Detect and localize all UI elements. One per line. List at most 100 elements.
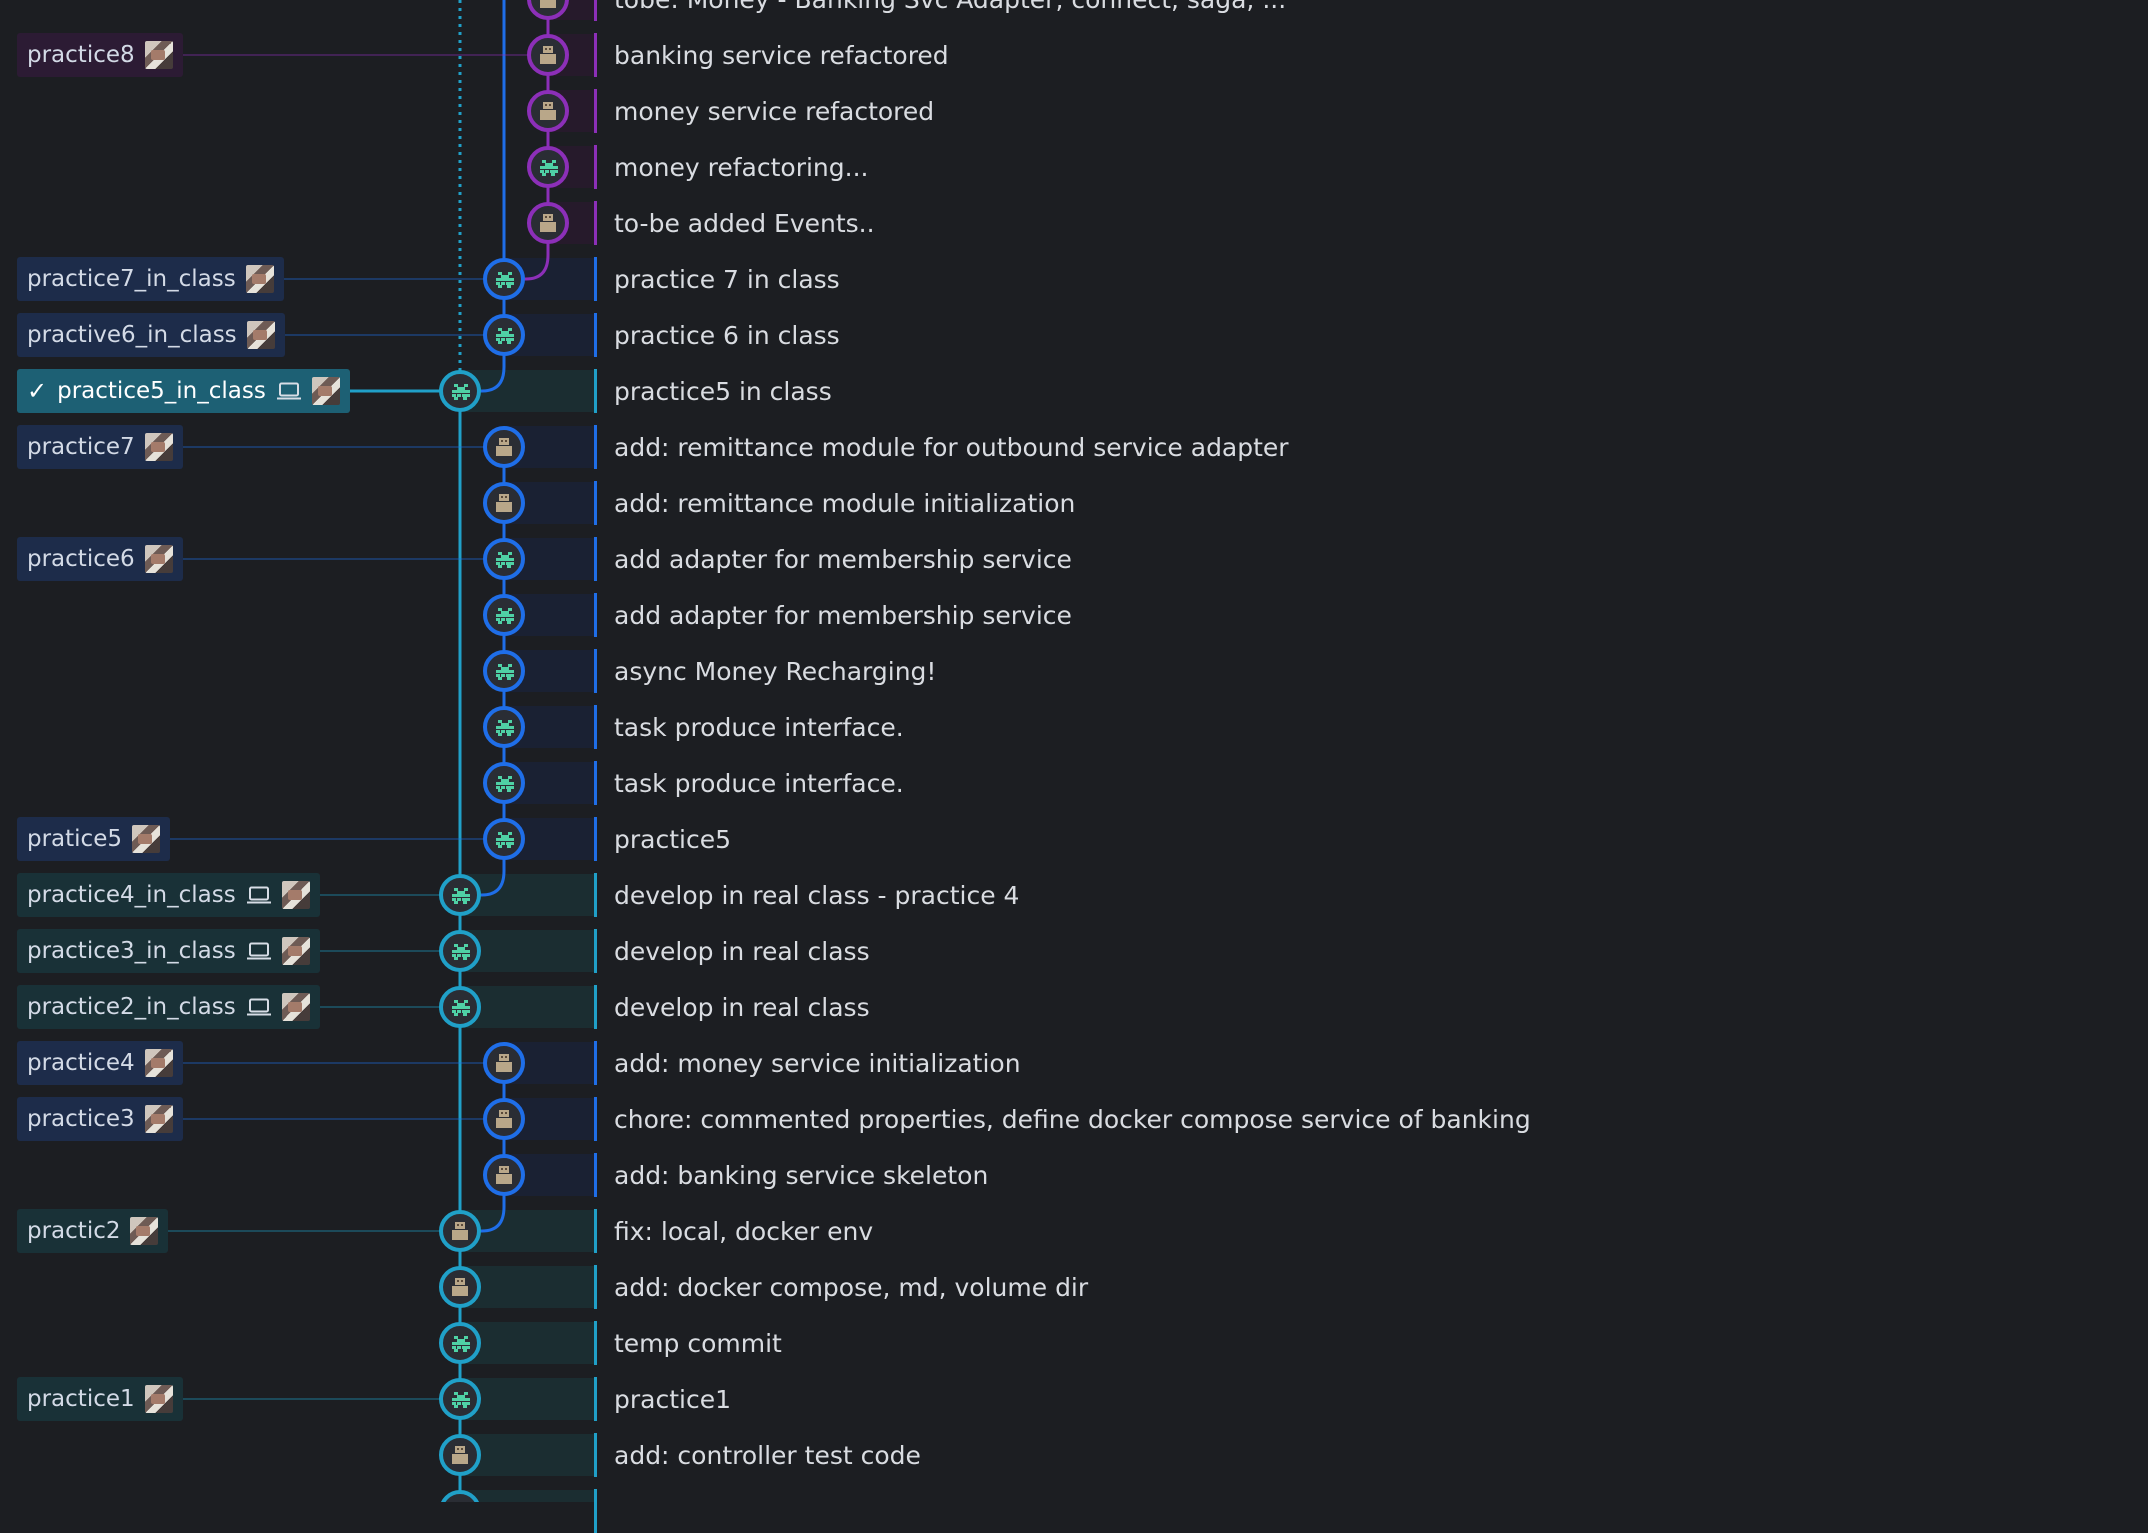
commit-row[interactable]: develop in real class bbox=[594, 929, 870, 973]
commit-row[interactable]: add: banking service skeleton bbox=[594, 1153, 988, 1197]
branch-tag[interactable]: practice6 bbox=[17, 537, 183, 581]
commit-row[interactable]: practice5 in class bbox=[594, 369, 832, 413]
commit-row[interactable]: practice5 bbox=[594, 817, 731, 861]
branch-tag[interactable]: practic2 bbox=[17, 1209, 169, 1253]
avatar-pixel bbox=[540, 54, 556, 64]
avatar-pixel bbox=[496, 502, 512, 512]
avatar-pixel bbox=[501, 1112, 503, 1114]
commit-row[interactable]: add: controller test code bbox=[594, 1433, 921, 1477]
branch-tag[interactable]: practice4_in_class bbox=[17, 873, 320, 917]
avatar-pixel bbox=[506, 674, 510, 677]
branch-tag[interactable]: practive6_in_class bbox=[17, 313, 285, 357]
avatar-pixel bbox=[505, 555, 509, 558]
commit-node[interactable] bbox=[483, 1154, 525, 1196]
commit-row[interactable]: money service refactored bbox=[594, 89, 934, 133]
branch-tag[interactable]: practice1 bbox=[17, 1377, 183, 1421]
commit-row[interactable]: add adapter for membership service bbox=[594, 593, 1072, 637]
commit-node[interactable] bbox=[483, 818, 525, 860]
branch-tag[interactable]: practice3 bbox=[17, 1097, 183, 1141]
commit-node[interactable] bbox=[527, 90, 569, 132]
commit-node[interactable] bbox=[439, 370, 481, 412]
commit-row[interactable]: money refactoring... bbox=[594, 145, 868, 189]
commit-node[interactable] bbox=[439, 1434, 481, 1476]
commit-row[interactable]: task produce interface. bbox=[594, 761, 904, 805]
commit-node[interactable] bbox=[483, 1042, 525, 1084]
commit-node[interactable] bbox=[527, 146, 569, 188]
lane-color-bar bbox=[594, 761, 597, 805]
avatar-pixel bbox=[501, 786, 505, 789]
avatar-pixel bbox=[498, 776, 502, 779]
commit-node[interactable] bbox=[483, 258, 525, 300]
commit-node[interactable] bbox=[483, 762, 525, 804]
branch-tag[interactable]: pratice5 bbox=[17, 817, 170, 861]
commit-row[interactable]: temp commit bbox=[594, 1321, 782, 1365]
avatar-pixel bbox=[466, 898, 470, 901]
commit-node[interactable] bbox=[439, 1378, 481, 1420]
branch-tag[interactable]: practice2_in_class bbox=[17, 985, 320, 1029]
commit-node[interactable] bbox=[483, 426, 525, 468]
commit-row[interactable]: practice 7 in class bbox=[594, 257, 840, 301]
commit-node[interactable] bbox=[483, 1098, 525, 1140]
avatar-pixel bbox=[452, 1010, 456, 1013]
branch-tag[interactable]: practice8 bbox=[17, 33, 183, 77]
commit-node[interactable] bbox=[439, 986, 481, 1028]
avatar-pixel bbox=[452, 1454, 468, 1464]
commit-node[interactable] bbox=[483, 482, 525, 524]
commit-row[interactable]: develop in real class bbox=[594, 985, 870, 1029]
commit-row[interactable]: add adapter for membership service bbox=[594, 537, 1072, 581]
commit-node[interactable] bbox=[527, 34, 569, 76]
avatar-pixel bbox=[510, 278, 514, 281]
commit-row[interactable]: develop in real class - practice 4 bbox=[594, 873, 1019, 917]
branch-tag[interactable]: practice7_in_class bbox=[17, 257, 284, 301]
commit-row[interactable] bbox=[594, 1489, 614, 1533]
commit-row[interactable]: add: docker compose, md, volume dir bbox=[594, 1265, 1088, 1309]
commit-row[interactable]: practice 6 in class bbox=[594, 313, 840, 357]
avatar-pixel bbox=[457, 1402, 461, 1405]
branch-name: practice6 bbox=[27, 546, 135, 572]
commit-node[interactable] bbox=[527, 202, 569, 244]
avatar-pixel bbox=[466, 390, 470, 393]
branch-name: practice2_in_class bbox=[27, 994, 236, 1020]
avatar-pixel bbox=[496, 338, 500, 341]
avatar-pixel bbox=[496, 562, 500, 565]
avatar-pixel bbox=[505, 1056, 507, 1058]
lane-color-bar bbox=[594, 593, 597, 637]
avatar-pixel bbox=[499, 494, 509, 501]
commit-node[interactable] bbox=[483, 706, 525, 748]
commit-row[interactable]: add: money service initialization bbox=[594, 1041, 1021, 1085]
branch-tag[interactable]: ✓ practice5_in_class bbox=[17, 369, 350, 413]
commit-node[interactable] bbox=[439, 874, 481, 916]
commit-message: money refactoring... bbox=[614, 152, 869, 182]
commit-row[interactable]: async Money Recharging! bbox=[594, 649, 936, 693]
commit-node[interactable] bbox=[439, 1210, 481, 1252]
commit-row[interactable]: fix: local, docker env bbox=[594, 1209, 873, 1253]
commit-node[interactable] bbox=[483, 594, 525, 636]
lane-color-bar bbox=[594, 537, 597, 581]
commit-row[interactable]: practice1 bbox=[594, 1377, 731, 1421]
avatar-pixel bbox=[496, 1062, 512, 1072]
commit-node[interactable] bbox=[483, 650, 525, 692]
avatar-pixel bbox=[510, 558, 514, 561]
avatar-pixel bbox=[506, 282, 510, 285]
commit-node[interactable] bbox=[439, 1322, 481, 1364]
avatar-pixel bbox=[500, 614, 504, 617]
branch-tag[interactable]: practice3_in_class bbox=[17, 929, 320, 973]
avatar-pixel bbox=[457, 954, 461, 957]
commit-node[interactable] bbox=[439, 1266, 481, 1308]
branch-tag[interactable]: practice7 bbox=[17, 425, 183, 469]
avatar-pixel bbox=[496, 618, 500, 621]
commit-node[interactable] bbox=[483, 314, 525, 356]
commit-row[interactable]: banking service refactored bbox=[594, 33, 949, 77]
commit-node[interactable] bbox=[439, 930, 481, 972]
commit-row[interactable]: add: remittance module for outbound serv… bbox=[594, 425, 1289, 469]
commit-row[interactable]: add: remittance module initialization bbox=[594, 481, 1075, 525]
commit-row[interactable]: task produce interface. bbox=[594, 705, 904, 749]
lane-color-bar bbox=[594, 1433, 597, 1477]
commit-row[interactable]: to-be added Events.. bbox=[594, 201, 875, 245]
commit-node[interactable] bbox=[483, 538, 525, 580]
avatar-pixel bbox=[454, 1392, 458, 1395]
avatar-pixel bbox=[457, 1395, 461, 1398]
commit-row[interactable]: tobe: Money - Banking Svc Adapter, conne… bbox=[594, 0, 1286, 21]
branch-tag[interactable]: practice4 bbox=[17, 1041, 183, 1085]
commit-row[interactable]: chore: commented properties, define dock… bbox=[594, 1097, 1531, 1141]
